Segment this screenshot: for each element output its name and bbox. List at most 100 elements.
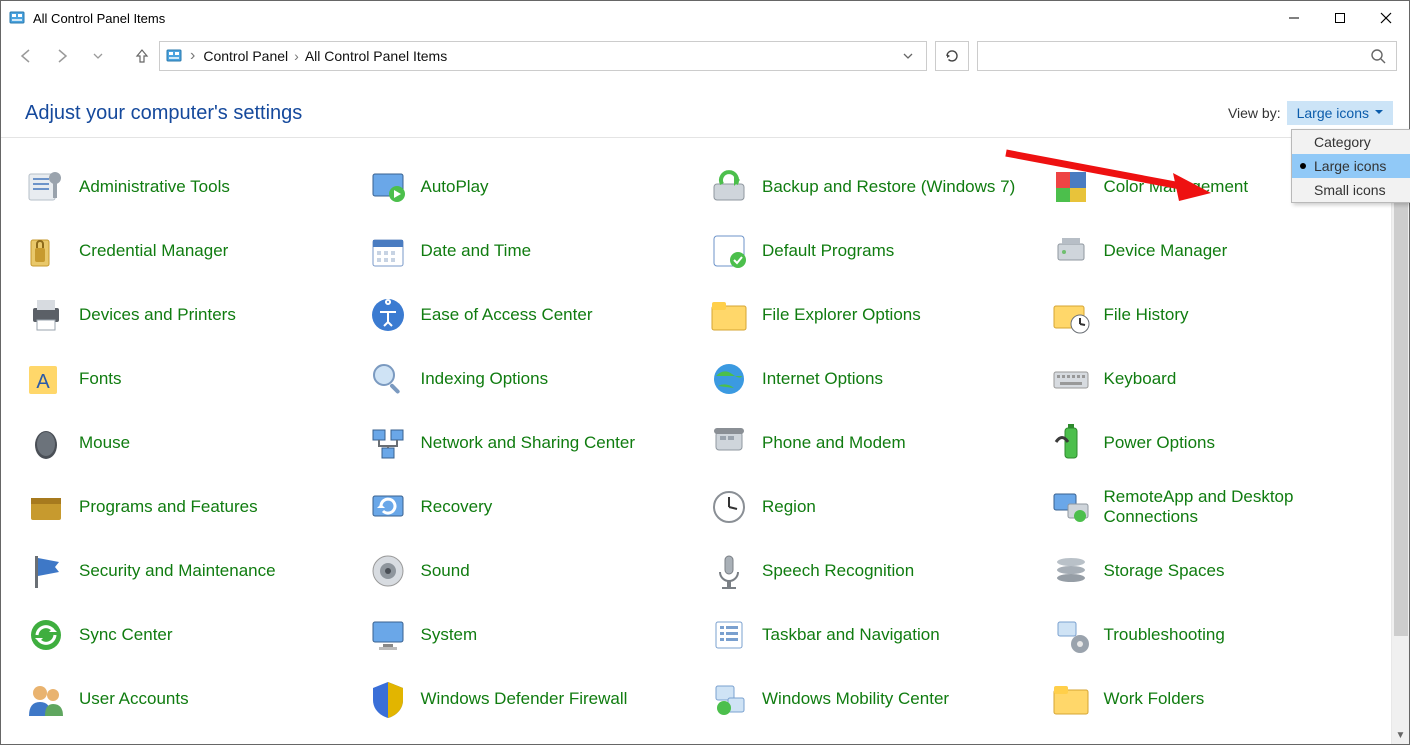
scroll-down-icon[interactable]: ▼ — [1392, 726, 1409, 744]
backup-icon — [708, 166, 750, 208]
cpl-item-windows-defender-firewall[interactable]: Windows Defender Firewall — [367, 678, 701, 720]
cpl-item-security-and-maintenance[interactable]: Security and Maintenance — [25, 550, 359, 592]
tools-icon — [25, 166, 67, 208]
item-label: Region — [762, 497, 816, 517]
item-label: File History — [1104, 305, 1189, 325]
cpl-item-fonts[interactable]: Fonts — [25, 358, 359, 400]
cpl-item-mouse[interactable]: Mouse — [25, 422, 359, 464]
cpl-item-file-explorer-options[interactable]: File Explorer Options — [708, 294, 1042, 336]
item-label: Sound — [421, 561, 470, 581]
mic-icon — [708, 550, 750, 592]
cpl-item-storage-spaces[interactable]: Storage Spaces — [1050, 550, 1384, 592]
navigation-row: › Control Panel › All Control Panel Item… — [1, 35, 1409, 77]
chevron-right-icon[interactable]: › — [190, 47, 195, 65]
cpl-item-sync-center[interactable]: Sync Center — [25, 614, 359, 656]
font-icon — [25, 358, 67, 400]
address-dropdown[interactable] — [896, 50, 920, 62]
cpl-item-speech-recognition[interactable]: Speech Recognition — [708, 550, 1042, 592]
cpl-item-devices-and-printers[interactable]: Devices and Printers — [25, 294, 359, 336]
close-button[interactable] — [1363, 1, 1409, 35]
net-icon — [367, 422, 409, 464]
cpl-item-autoplay[interactable]: AutoPlay — [367, 166, 701, 208]
viewby-value: Large icons — [1297, 105, 1369, 121]
back-button[interactable] — [17, 47, 35, 65]
scrollbar[interactable]: ▲ ▼ — [1391, 138, 1409, 744]
cpl-item-programs-and-features[interactable]: Programs and Features — [25, 486, 359, 528]
chevron-right-icon[interactable]: › — [294, 48, 299, 64]
cpl-item-recovery[interactable]: Recovery — [367, 486, 701, 528]
cpl-item-work-folders[interactable]: Work Folders — [1050, 678, 1384, 720]
cpl-item-file-history[interactable]: File History — [1050, 294, 1384, 336]
cpl-item-troubleshooting[interactable]: Troubleshooting — [1050, 614, 1384, 656]
scroll-thumb[interactable] — [1394, 156, 1408, 636]
cpl-item-power-options[interactable]: Power Options — [1050, 422, 1384, 464]
item-label: Date and Time — [421, 241, 532, 261]
chevron-down-icon — [1375, 109, 1383, 117]
items-area: Administrative Tools AutoPlay Backup and R… — [1, 138, 1391, 744]
minimize-button[interactable] — [1271, 1, 1317, 35]
breadcrumb[interactable]: All Control Panel Items — [305, 48, 447, 64]
viewby-dropdown[interactable]: Large icons — [1287, 101, 1393, 125]
maximize-button[interactable] — [1317, 1, 1363, 35]
cpl-item-default-programs[interactable]: Default Programs — [708, 230, 1042, 272]
cpl-item-internet-options[interactable]: Internet Options — [708, 358, 1042, 400]
cpl-item-system[interactable]: System — [367, 614, 701, 656]
cpl-item-ease-of-access-center[interactable]: Ease of Access Center — [367, 294, 701, 336]
up-button[interactable] — [133, 47, 151, 65]
cpl-item-administrative-tools[interactable]: Administrative Tools — [25, 166, 359, 208]
flag-icon — [25, 550, 67, 592]
device-icon — [1050, 230, 1092, 272]
cpl-item-sound[interactable]: Sound — [367, 550, 701, 592]
breadcrumb[interactable]: Control Panel — [203, 48, 288, 64]
item-label: RemoteApp and Desktop Connections — [1104, 487, 1384, 528]
address-bar[interactable]: › Control Panel › All Control Panel Item… — [159, 41, 927, 71]
calendar-icon — [367, 230, 409, 272]
box-icon — [25, 486, 67, 528]
cpl-item-backup-and-restore-windows-7-[interactable]: Backup and Restore (Windows 7) — [708, 166, 1042, 208]
item-label: Programs and Features — [79, 497, 258, 517]
cpl-item-phone-and-modem[interactable]: Phone and Modem — [708, 422, 1042, 464]
play-icon — [367, 166, 409, 208]
viewby-menu: Category Large icons Small icons — [1291, 129, 1410, 203]
cpl-item-credential-manager[interactable]: Credential Manager — [25, 230, 359, 272]
cpl-item-taskbar-and-navigation[interactable]: Taskbar and Navigation — [708, 614, 1042, 656]
cpl-item-windows-mobility-center[interactable]: Windows Mobility Center — [708, 678, 1042, 720]
page-header: Adjust your computer's settings View by:… — [1, 77, 1409, 137]
viewby-option-large-icons[interactable]: Large icons — [1292, 154, 1410, 178]
item-label: AutoPlay — [421, 177, 489, 197]
viewby-option-category[interactable]: Category — [1292, 130, 1410, 154]
folder-icon — [708, 294, 750, 336]
cpl-item-region[interactable]: Region — [708, 486, 1042, 528]
sync-icon — [25, 614, 67, 656]
cpl-item-keyboard[interactable]: Keyboard — [1050, 358, 1384, 400]
cpl-item-device-manager[interactable]: Device Manager — [1050, 230, 1384, 272]
cpl-item-remoteapp-and-desktop-connections[interactable]: RemoteApp and Desktop Connections — [1050, 486, 1384, 528]
item-label: Windows Defender Firewall — [421, 689, 628, 709]
forward-button[interactable] — [53, 47, 71, 65]
item-label: Backup and Restore (Windows 7) — [762, 177, 1015, 197]
cpl-item-network-and-sharing-center[interactable]: Network and Sharing Center — [367, 422, 701, 464]
recovery-icon — [367, 486, 409, 528]
control-panel-window: All Control Panel Items › Control Panel … — [0, 0, 1410, 745]
users-icon — [25, 678, 67, 720]
item-label: Storage Spaces — [1104, 561, 1225, 581]
printer-icon — [25, 294, 67, 336]
search-input[interactable] — [977, 41, 1397, 71]
remote-icon — [1050, 486, 1092, 528]
cpl-item-user-accounts[interactable]: User Accounts — [25, 678, 359, 720]
clock-icon — [708, 486, 750, 528]
item-label: System — [421, 625, 478, 645]
view-by-control: View by: Large icons Category Large icon… — [1228, 101, 1393, 125]
item-label: Credential Manager — [79, 241, 228, 261]
cpl-item-indexing-options[interactable]: Indexing Options — [367, 358, 701, 400]
folder-icon — [1050, 678, 1092, 720]
item-label: User Accounts — [79, 689, 189, 709]
viewby-option-small-icons[interactable]: Small icons — [1292, 178, 1410, 202]
recent-dropdown[interactable] — [89, 47, 107, 65]
phone-icon — [708, 422, 750, 464]
item-label: Ease of Access Center — [421, 305, 593, 325]
item-label: Fonts — [79, 369, 122, 389]
scroll-track[interactable] — [1392, 156, 1409, 726]
cpl-item-date-and-time[interactable]: Date and Time — [367, 230, 701, 272]
refresh-button[interactable] — [935, 41, 969, 71]
